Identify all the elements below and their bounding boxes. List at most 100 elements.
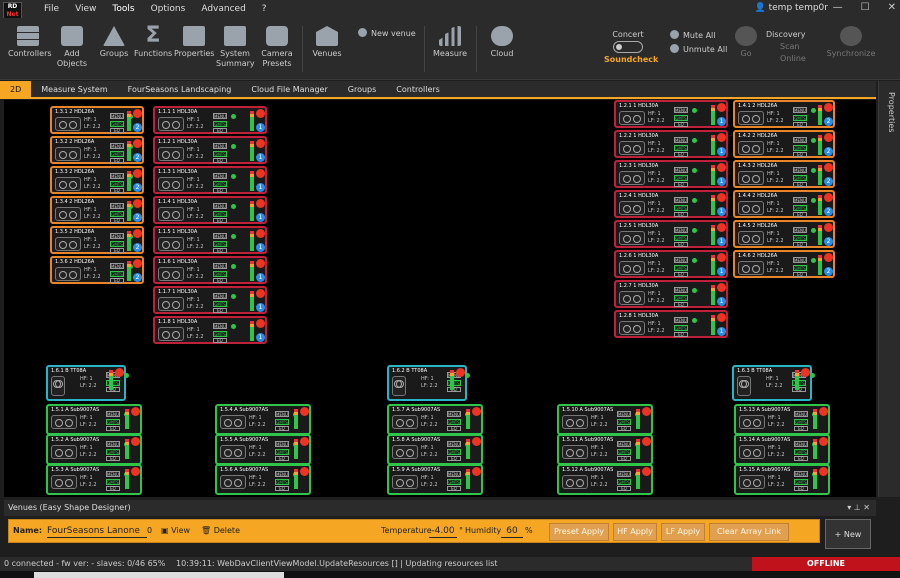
device-tile[interactable]: 1.3.3 2 HDL26A HF: 1 LF: 2.2 MENU GMTS EQ 2 <box>50 166 144 194</box>
gmts-button[interactable]: GMTS <box>447 449 461 455</box>
gmts-button[interactable]: GMTS <box>674 235 688 241</box>
menu-button[interactable]: MENU <box>213 143 227 149</box>
tab-groups[interactable]: Groups <box>338 81 387 97</box>
eq-button[interactable]: EQ <box>674 182 688 187</box>
eq-button[interactable]: EQ <box>674 212 688 217</box>
menu-button[interactable]: MENU <box>617 441 631 447</box>
mute-icon[interactable] <box>472 407 481 416</box>
menu-button[interactable]: MENU <box>794 411 808 417</box>
go-button[interactable]: Go <box>734 26 758 59</box>
gmts-button[interactable]: GMTS <box>674 325 688 331</box>
gmts-button[interactable]: GMTS <box>106 419 120 425</box>
eq-button[interactable]: EQ <box>793 152 807 157</box>
tab-controllers[interactable]: Controllers <box>386 81 450 97</box>
mute-icon[interactable] <box>717 133 726 142</box>
mute-icon[interactable] <box>256 139 265 148</box>
menu-button[interactable]: MENU <box>213 173 227 179</box>
device-tile[interactable]: 1.2.8 1 HDL30A HF: 1 LF: 2.2 MENU GMTS EQ 1 <box>614 310 728 338</box>
synchronize-button[interactable]: Synchronize <box>826 26 876 59</box>
menu-button[interactable]: MENU <box>213 113 227 119</box>
gmts-button[interactable]: GMTS <box>110 151 124 157</box>
menu-help[interactable]: ? <box>254 0 275 20</box>
device-tile[interactable]: 1.1.8 1 HDL30A HF: 1 LF: 2.2 MENU GMTS EQ 1 <box>153 316 267 344</box>
menu-advanced[interactable]: Advanced <box>193 0 253 20</box>
mute-icon[interactable] <box>133 199 142 208</box>
gmts-button[interactable]: GMTS <box>794 479 808 485</box>
menu-button[interactable]: MENU <box>110 233 124 239</box>
eq-button[interactable]: EQ <box>674 302 688 307</box>
mute-icon[interactable] <box>256 319 265 328</box>
gmts-button[interactable]: GMTS <box>617 449 631 455</box>
tab-measure-system[interactable]: Measure System <box>31 81 117 97</box>
device-tile[interactable]: 1.5.7 A Sub9007AS HF: 1 LF: 2.2 MENU GMTS EQ <box>387 404 483 435</box>
device-tile[interactable]: 1.5.12 A Sub9007AS HF: 1 LF: 2.2 MENU GMTS EQ <box>557 464 653 495</box>
mute-icon[interactable] <box>300 467 309 476</box>
device-tile[interactable]: 1.1.5 1 HDL30A HF: 1 LF: 2.2 MENU GMTS EQ 1 <box>153 226 267 254</box>
eq-button[interactable]: EQ <box>213 188 227 193</box>
device-tile[interactable]: 1.5.6 A Sub9007AS HF: 1 LF: 2.2 MENU GMTS EQ <box>215 464 311 495</box>
menu-button[interactable]: MENU <box>793 107 807 113</box>
mute-icon[interactable] <box>300 437 309 446</box>
gmts-button[interactable]: GMTS <box>275 419 289 425</box>
menu-button[interactable]: MENU <box>793 257 807 263</box>
menu-button[interactable]: MENU <box>674 227 688 233</box>
device-tile[interactable]: 1.6.2 B TT08AHF: 1LF: 2.2MENUGMTSEQ <box>387 365 470 401</box>
eq-button[interactable]: EQ <box>213 128 227 133</box>
scan-button[interactable]: Scan <box>780 42 799 51</box>
gmts-button[interactable]: GMTS <box>213 181 227 187</box>
eq-button[interactable]: EQ <box>213 308 227 313</box>
concert-soundcheck-toggle[interactable]: Concert Soundcheck <box>604 30 658 64</box>
gmts-button[interactable]: GMTS <box>213 151 227 157</box>
device-tile[interactable]: 1.1.4 1 HDL30A HF: 1 LF: 2.2 MENU GMTS EQ 1 <box>153 196 267 224</box>
mute-icon[interactable] <box>819 407 828 416</box>
gmts-button[interactable]: GMTS <box>674 115 688 121</box>
mute-icon[interactable] <box>819 437 828 446</box>
device-tile[interactable]: 1.1.1 1 HDL30A HF: 1 LF: 2.2 MENU GMTS EQ 1 <box>153 106 267 134</box>
tab-cloud-file-manager[interactable]: Cloud File Manager <box>241 81 337 97</box>
view-button[interactable]: ▣ View <box>161 525 190 537</box>
eq-button[interactable]: EQ <box>110 218 124 223</box>
eq-button[interactable]: EQ <box>213 218 227 223</box>
menu-button[interactable]: MENU <box>617 471 631 477</box>
user-account[interactable]: 👤 temp temp0r <box>755 3 828 13</box>
menu-button[interactable]: MENU <box>213 203 227 209</box>
menu-button[interactable]: MENU <box>674 197 688 203</box>
mute-icon[interactable] <box>133 139 142 148</box>
device-canvas[interactable]: 1.3.1 2 HDL26A HF: 1 LF: 2.2 MENU GMTS EQ 2 1.3… <box>4 100 876 497</box>
device-tile[interactable]: 1.1.6 1 HDL30A HF: 1 LF: 2.2 MENU GMTS EQ 1 <box>153 256 267 284</box>
gmts-button[interactable]: GMTS <box>106 449 120 455</box>
mute-icon[interactable] <box>131 407 140 416</box>
gmts-button[interactable]: GMTS <box>110 211 124 217</box>
online-button[interactable]: Online <box>780 54 806 63</box>
gmts-button[interactable]: GMTS <box>447 479 461 485</box>
mute-icon[interactable] <box>717 313 726 322</box>
device-tile[interactable]: 1.5.4 A Sub9007AS HF: 1 LF: 2.2 MENU GMTS EQ <box>215 404 311 435</box>
eq-button[interactable]: EQ <box>447 426 461 431</box>
mute-all-button[interactable]: Mute All <box>670 30 716 40</box>
device-tile[interactable]: 1.6.3 B TT08AHF: 1LF: 2.2MENUGMTSEQ <box>732 365 815 401</box>
eq-button[interactable]: EQ <box>447 456 461 461</box>
gmts-button[interactable]: GMTS <box>110 241 124 247</box>
gmts-button[interactable]: GMTS <box>617 419 631 425</box>
eq-button[interactable]: EQ <box>674 272 688 277</box>
device-tile[interactable]: 1.5.3 A Sub9007AS HF: 1 LF: 2.2 MENU GMTS EQ <box>46 464 142 495</box>
device-tile[interactable]: 1.4.1 2 HDL26A HF: 1 LF: 2.2 MENU GMTS EQ 2 <box>733 100 835 128</box>
controllers-button[interactable]: Controllers <box>8 26 52 59</box>
device-tile[interactable]: 1.1.3 1 HDL30A HF: 1 LF: 2.2 MENU GMTS EQ 1 <box>153 166 267 194</box>
eq-button[interactable]: EQ <box>793 182 807 187</box>
menu-button[interactable]: MENU <box>110 173 124 179</box>
device-tile[interactable]: 1.1.7 1 HDL30A HF: 1 LF: 2.2 MENU GMTS EQ 1 <box>153 286 267 314</box>
venue-name-input[interactable]: FourSeasons Lanone <box>47 524 147 538</box>
eq-button[interactable]: EQ <box>793 212 807 217</box>
new-venue-item-button[interactable]: + New <box>825 519 871 549</box>
device-tile[interactable]: 1.5.8 A Sub9007AS HF: 1 LF: 2.2 MENU GMTS EQ <box>387 434 483 465</box>
device-tile[interactable]: 1.2.7 1 HDL30A HF: 1 LF: 2.2 MENU GMTS EQ 1 <box>614 280 728 308</box>
device-tile[interactable]: 1.2.5 1 HDL30A HF: 1 LF: 2.2 MENU GMTS EQ 1 <box>614 220 728 248</box>
menu-button[interactable]: MENU <box>674 317 688 323</box>
eq-button[interactable]: EQ <box>213 248 227 253</box>
gmts-button[interactable]: GMTS <box>793 235 807 241</box>
mute-icon[interactable] <box>824 193 833 202</box>
menu-button[interactable]: MENU <box>674 107 688 113</box>
menu-button[interactable]: MENU <box>110 143 124 149</box>
minimize-icon[interactable]: — <box>833 2 843 13</box>
